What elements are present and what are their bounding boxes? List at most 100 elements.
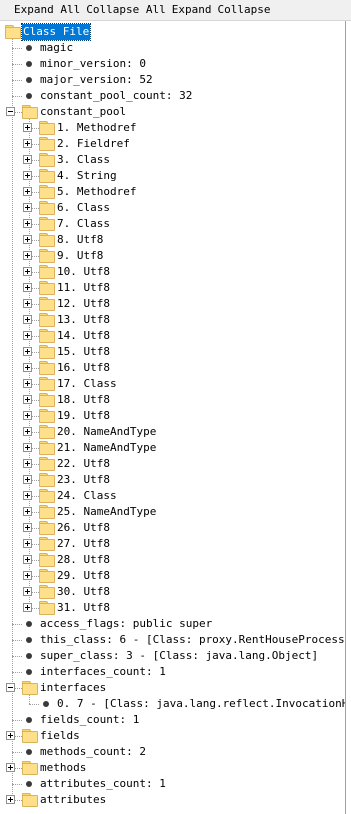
expand-toggle-icon[interactable] xyxy=(23,491,32,500)
expand-toggle-icon[interactable] xyxy=(23,395,32,404)
expand-toggle-icon[interactable] xyxy=(23,235,32,244)
expand-all-button[interactable]: Expand All xyxy=(0,0,83,20)
tree-node-folder[interactable]: 30. Utf8 xyxy=(0,584,345,600)
expand-toggle-icon[interactable] xyxy=(23,555,32,564)
tree-node-folder[interactable]: attributes xyxy=(0,792,345,808)
tree-node-label: Class File xyxy=(20,23,92,41)
tree-node-folder[interactable]: 27. Utf8 xyxy=(0,536,345,552)
tree-node-folder[interactable]: 22. Utf8 xyxy=(0,456,345,472)
tree-node-leaf[interactable]: magic xyxy=(0,40,345,56)
tree-node-leaf[interactable]: constant_pool_count: 32 xyxy=(0,88,345,104)
folder-icon xyxy=(39,409,55,423)
tree-node-folder[interactable]: 17. Class xyxy=(0,376,345,392)
tree-node-folder[interactable]: 12. Utf8 xyxy=(0,296,345,312)
tree-node-folder[interactable]: 1. Methodref xyxy=(0,120,345,136)
folder-icon xyxy=(39,393,55,407)
expand-toggle-icon[interactable] xyxy=(6,763,15,772)
tree-node-folder[interactable]: 9. Utf8 xyxy=(0,248,345,264)
expand-toggle-icon[interactable] xyxy=(23,315,32,324)
expand-toggle-icon[interactable] xyxy=(23,123,32,132)
tree-node-folder[interactable]: 2. Fieldref xyxy=(0,136,345,152)
collapse-all-button[interactable]: Collapse All xyxy=(83,0,168,20)
collapse-button[interactable]: Collapse xyxy=(214,0,273,20)
tree-node-folder[interactable]: 18. Utf8 xyxy=(0,392,345,408)
tree-branch-line xyxy=(12,656,22,657)
tree-node-folder[interactable]: methods xyxy=(0,760,345,776)
tree-node-folder[interactable]: 24. Class xyxy=(0,488,345,504)
tree-node-leaf[interactable]: attributes_count: 1 xyxy=(0,776,345,792)
expand-toggle-icon[interactable] xyxy=(23,507,32,516)
expand-toggle-icon[interactable] xyxy=(23,475,32,484)
tree-node-folder[interactable]: 7. Class xyxy=(0,216,345,232)
expand-toggle-icon[interactable] xyxy=(23,523,32,532)
expand-toggle-icon[interactable] xyxy=(23,283,32,292)
tree-node-folder[interactable]: 6. Class xyxy=(0,200,345,216)
tree-node-folder[interactable]: 8. Utf8 xyxy=(0,232,345,248)
leaf-node-icon xyxy=(26,61,32,67)
expand-button[interactable]: Expand xyxy=(169,0,215,20)
expand-toggle-icon[interactable] xyxy=(23,155,32,164)
expand-toggle-icon[interactable] xyxy=(23,379,32,388)
expand-toggle-icon[interactable] xyxy=(23,331,32,340)
expand-toggle-icon[interactable] xyxy=(23,587,32,596)
tree-node-folder[interactable]: 4. String xyxy=(0,168,345,184)
tree-node-leaf[interactable]: interfaces_count: 1 xyxy=(0,664,345,680)
tree-node-folder[interactable]: fields xyxy=(0,728,345,744)
expand-toggle-icon[interactable] xyxy=(23,203,32,212)
expand-toggle-icon[interactable] xyxy=(23,571,32,580)
tree-node-folder[interactable]: 15. Utf8 xyxy=(0,344,345,360)
tree-node-folder[interactable]: 3. Class xyxy=(0,152,345,168)
leaf-node-icon xyxy=(26,637,32,643)
expand-toggle-icon[interactable] xyxy=(23,427,32,436)
expand-toggle-icon[interactable] xyxy=(23,603,32,612)
expand-toggle-icon[interactable] xyxy=(23,459,32,468)
expand-toggle-icon[interactable] xyxy=(23,299,32,308)
expand-toggle-icon[interactable] xyxy=(23,347,32,356)
tree-node-folder[interactable]: 25. NameAndType xyxy=(0,504,345,520)
tree-node-folder[interactable]: 23. Utf8 xyxy=(0,472,345,488)
tree-node-folder[interactable]: 11. Utf8 xyxy=(0,280,345,296)
folder-icon xyxy=(39,121,55,135)
tree-node-folder[interactable]: 14. Utf8 xyxy=(0,328,345,344)
expand-toggle-icon[interactable] xyxy=(23,139,32,148)
collapse-toggle-icon[interactable] xyxy=(6,107,15,116)
expand-toggle-icon[interactable] xyxy=(23,219,32,228)
class-file-tree[interactable]: Class File magic minor_version: 0 major_ver… xyxy=(0,21,346,814)
expand-toggle-icon[interactable] xyxy=(23,411,32,420)
tree-node-folder[interactable]: 10. Utf8 xyxy=(0,264,345,280)
tree-node-folder[interactable]: 21. NameAndType xyxy=(0,440,345,456)
expand-toggle-icon[interactable] xyxy=(23,251,32,260)
tree-node-folder[interactable]: 19. Utf8 xyxy=(0,408,345,424)
tree-node-folder[interactable]: 28. Utf8 xyxy=(0,552,345,568)
expand-toggle-icon[interactable] xyxy=(23,187,32,196)
tree-node-folder[interactable]: interfaces xyxy=(0,680,345,696)
expand-toggle-icon[interactable] xyxy=(23,171,32,180)
tree-node-folder[interactable]: 29. Utf8 xyxy=(0,568,345,584)
tree-node-folder[interactable]: 26. Utf8 xyxy=(0,520,345,536)
tree-node-leaf[interactable]: methods_count: 2 xyxy=(0,744,345,760)
expand-toggle-icon[interactable] xyxy=(23,363,32,372)
expand-toggle-icon[interactable] xyxy=(6,795,15,804)
tree-node-leaf[interactable]: fields_count: 1 xyxy=(0,712,345,728)
expand-toggle-icon[interactable] xyxy=(23,539,32,548)
tree-node-folder[interactable]: Class File xyxy=(0,23,345,41)
collapse-toggle-icon[interactable] xyxy=(6,683,15,692)
tree-node-folder[interactable]: 16. Utf8 xyxy=(0,360,345,376)
tree-node-folder[interactable]: 20. NameAndType xyxy=(0,424,345,440)
tree-node-folder[interactable]: 13. Utf8 xyxy=(0,312,345,328)
expand-toggle-icon[interactable] xyxy=(23,267,32,276)
expand-toggle-icon[interactable] xyxy=(6,731,15,740)
tree-node-leaf[interactable]: 0. 7 - [Class: java.lang.reflect.Invocat… xyxy=(0,696,345,712)
tree-node-folder[interactable]: 5. Methodref xyxy=(0,184,345,200)
tree-node-leaf[interactable]: this_class: 6 - [Class: proxy.RentHouseP… xyxy=(0,632,345,648)
expand-toggle-icon[interactable] xyxy=(23,443,32,452)
tree-node-leaf[interactable]: super_class: 3 - [Class: java.lang.Objec… xyxy=(0,648,345,664)
tree-node-label: 25. NameAndType xyxy=(57,505,157,518)
tree-node-folder[interactable]: constant_pool xyxy=(0,104,345,120)
tree-node-leaf[interactable]: access_flags: public super xyxy=(0,616,345,632)
tree-node-leaf[interactable]: major_version: 52 xyxy=(0,72,345,88)
tree-node-folder[interactable]: 31. Utf8 xyxy=(0,600,345,616)
tree-node-leaf[interactable]: minor_version: 0 xyxy=(0,56,345,72)
leaf-node-icon xyxy=(26,749,32,755)
tree-node-label: 28. Utf8 xyxy=(57,553,110,566)
